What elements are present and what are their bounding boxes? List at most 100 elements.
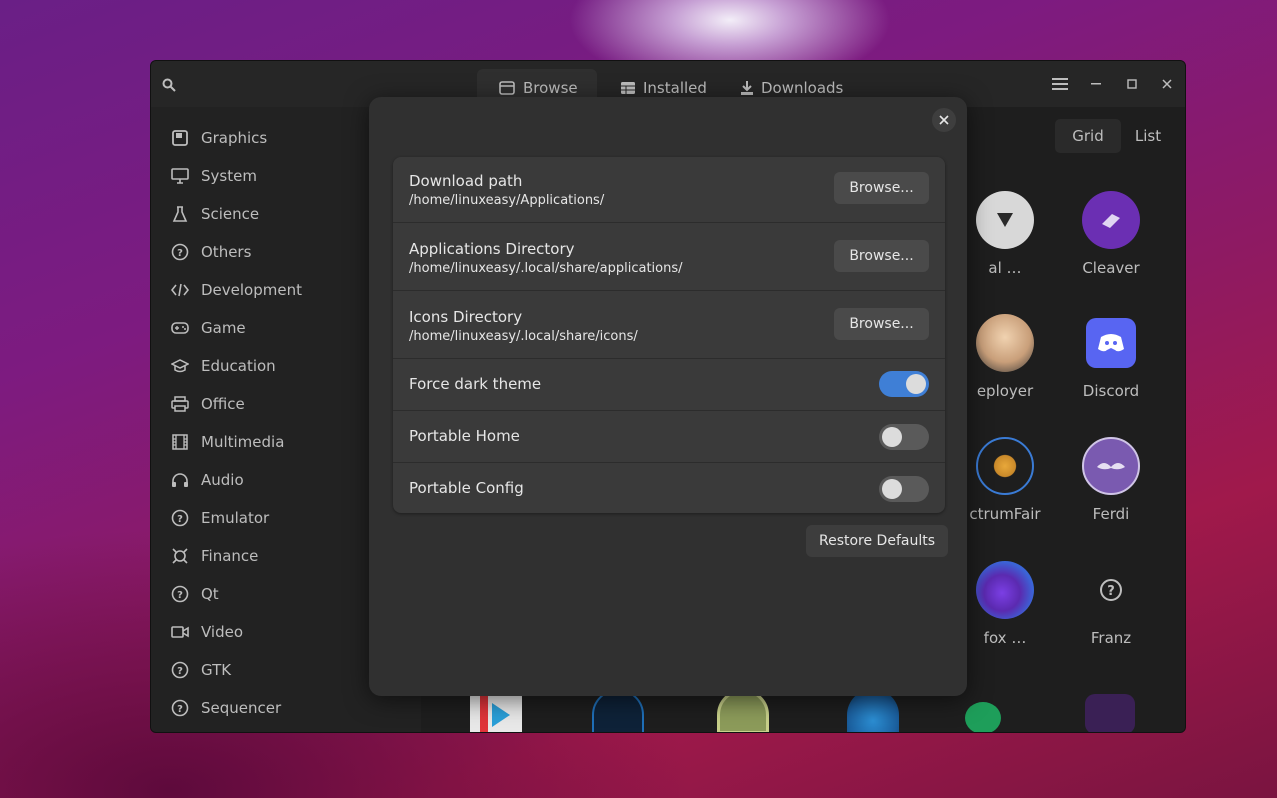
app-name: Cleaver <box>1082 259 1140 277</box>
row-title: Portable Config <box>409 479 524 497</box>
browse-applications-directory-button[interactable]: Browse... <box>834 240 929 272</box>
grid-view-button[interactable]: Grid <box>1055 119 1121 153</box>
question-icon: ? <box>171 699 189 717</box>
cleaver-icon <box>1082 191 1140 249</box>
sidebar-item-label: Finance <box>201 547 259 565</box>
sidebar-item-label: Game <box>201 319 246 337</box>
film-icon <box>171 433 189 451</box>
row-title: Download path <box>409 172 523 190</box>
sidebar-item-label: System <box>201 167 257 185</box>
row-title: Portable Home <box>409 427 520 445</box>
sidebar-item-label: GTK <box>201 661 232 679</box>
app-card[interactable]: Cleaver <box>1061 191 1161 277</box>
graduation-cap-icon <box>171 357 189 375</box>
browse-download-path-button[interactable]: Browse... <box>834 172 929 204</box>
sidebar-item-system[interactable]: System <box>171 161 257 191</box>
sidebar-item-gtk[interactable]: ? GTK <box>171 655 231 685</box>
sidebar-item-development[interactable]: Development <box>171 275 302 305</box>
search-icon[interactable] <box>161 77 177 93</box>
question-icon: ? <box>1082 561 1140 619</box>
code-icon <box>171 281 189 299</box>
app-card[interactable]: al … <box>957 191 1053 277</box>
portable-home-switch[interactable] <box>879 424 929 450</box>
app-icon-partial[interactable] <box>1085 694 1135 732</box>
list-view-button[interactable]: List <box>1125 119 1171 153</box>
sidebar-item-label: Graphics <box>201 129 268 147</box>
sidebar-item-video[interactable]: Video <box>171 617 243 647</box>
jenkins-icon <box>976 314 1034 372</box>
row-path: /home/linuxeasy/.local/share/icons/ <box>409 329 638 344</box>
sidebar-item-science[interactable]: Science <box>171 199 259 229</box>
browse-icons-directory-button[interactable]: Browse... <box>834 308 929 340</box>
sidebar-item-label: Science <box>201 205 260 223</box>
sidebar-item-graphics[interactable]: Graphics <box>171 123 267 153</box>
row-path: /home/linuxeasy/Applications/ <box>409 193 605 208</box>
sidebar-item-sequencer[interactable]: ? Sequencer <box>171 693 281 723</box>
row-path: /home/linuxeasy/.local/share/application… <box>409 261 683 276</box>
app-card[interactable]: eployer <box>957 314 1053 400</box>
window-close-icon[interactable] <box>1156 73 1178 95</box>
svg-text:?: ? <box>177 704 183 715</box>
svg-text:?: ? <box>177 248 183 259</box>
ferdi-icon <box>1082 437 1140 495</box>
video-camera-icon <box>171 623 189 641</box>
triangle-app-icon <box>976 191 1034 249</box>
tab-downloads-label: Downloads <box>761 79 844 97</box>
sidebar-item-label: Sequencer <box>201 699 282 717</box>
app-name: Franz <box>1090 629 1132 647</box>
app-name: eployer <box>976 382 1034 400</box>
sidebar-item-office[interactable]: Office <box>171 389 245 419</box>
icons-directory-row: Icons Directory /home/linuxeasy/.local/s… <box>393 291 945 359</box>
sidebar-item-label: Video <box>201 623 244 641</box>
sidebar-item-emulator[interactable]: ? Emulator <box>171 503 269 533</box>
force-dark-theme-switch[interactable] <box>879 371 929 397</box>
sidebar-item-audio[interactable]: Audio <box>171 465 244 495</box>
row-title: Force dark theme <box>409 375 542 393</box>
sidebar-item-qt[interactable]: ? Qt <box>171 579 219 609</box>
close-icon[interactable] <box>932 108 956 132</box>
app-icon-partial[interactable] <box>965 702 1001 732</box>
question-icon: ? <box>171 509 189 527</box>
preferences-list: Download path /home/linuxeasy/Applicatio… <box>393 157 945 513</box>
finance-icon <box>171 547 189 565</box>
download-icon <box>741 81 753 95</box>
sidebar-item-label: Office <box>201 395 245 413</box>
portable-config-switch[interactable] <box>879 476 929 502</box>
printer-icon <box>171 395 189 413</box>
spectrumfair-icon <box>976 437 1034 495</box>
app-card[interactable]: ? Franz <box>1061 561 1161 647</box>
discord-icon <box>1086 318 1136 368</box>
menu-icon[interactable] <box>1049 73 1071 95</box>
gamepad-icon <box>171 319 189 337</box>
applications-directory-row: Applications Directory /home/linuxeasy/.… <box>393 223 945 291</box>
preferences-dialog: Download path /home/linuxeasy/Applicatio… <box>369 97 967 696</box>
app-card[interactable]: Ferdi <box>1061 437 1161 523</box>
tab-browse-label: Browse <box>523 79 578 97</box>
app-name: Discord <box>1082 382 1140 400</box>
portable-home-row: Portable Home <box>393 411 945 463</box>
maximize-icon[interactable] <box>1121 73 1143 95</box>
sidebar-item-label: Qt <box>201 585 219 603</box>
sidebar-item-game[interactable]: Game <box>171 313 246 343</box>
graphics-icon <box>171 129 189 147</box>
sidebar-item-others[interactable]: ? Others <box>171 237 251 267</box>
app-name: fox … <box>983 629 1027 647</box>
sidebar-item-education[interactable]: Education <box>171 351 276 381</box>
row-title: Applications Directory <box>409 240 575 258</box>
app-name: ctrumFair <box>969 505 1041 523</box>
restore-defaults-button[interactable]: Restore Defaults <box>806 525 948 557</box>
monitor-icon <box>171 167 189 185</box>
sidebar-item-finance[interactable]: Finance <box>171 541 258 571</box>
app-name: Ferdi <box>1092 505 1130 523</box>
svg-text:?: ? <box>177 590 183 601</box>
app-card[interactable]: fox … <box>957 561 1053 647</box>
installed-icon <box>621 82 635 94</box>
minimize-icon[interactable] <box>1085 73 1107 95</box>
sidebar-item-multimedia[interactable]: Multimedia <box>171 427 284 457</box>
sidebar-item-label: Multimedia <box>201 433 285 451</box>
sidebar-item-label: Development <box>201 281 302 299</box>
browse-icon <box>499 81 515 95</box>
svg-text:?: ? <box>177 666 183 677</box>
app-card[interactable]: Discord <box>1061 314 1161 400</box>
app-card[interactable]: ctrumFair <box>957 437 1053 523</box>
